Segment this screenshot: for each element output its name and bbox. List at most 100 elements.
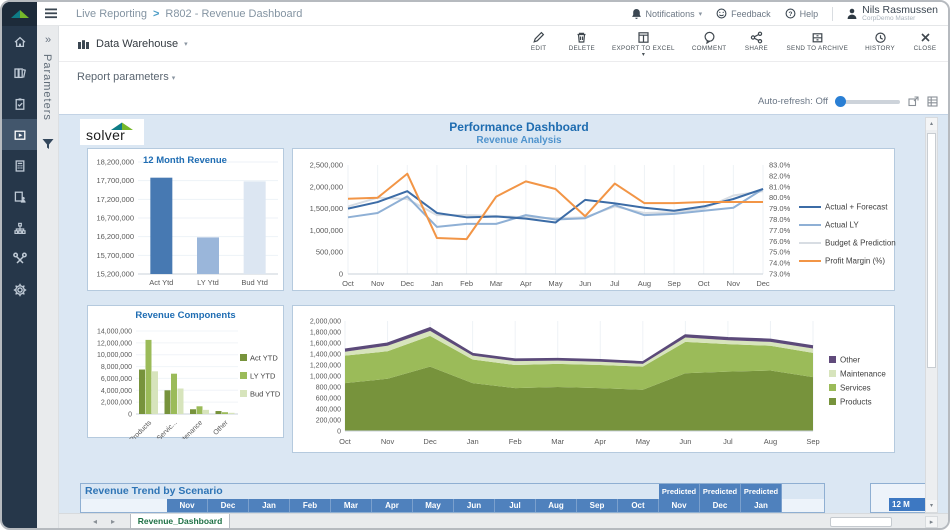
svg-text:800,000: 800,000 [316, 385, 341, 392]
svg-text:83.0%: 83.0% [769, 161, 791, 170]
slider-knob[interactable] [835, 95, 846, 107]
month-cell: Apr [372, 499, 413, 512]
export-to-excel-button[interactable]: EXPORT TO EXCEL ▾ [612, 31, 675, 58]
delete-button[interactable]: DELETE [569, 31, 595, 57]
user-menu[interactable]: Nils Rasmussen CorpDemo Master [847, 4, 938, 23]
document-user-icon [14, 191, 26, 203]
scroll-right-button[interactable]: ▸ [925, 516, 938, 528]
tools-icon [12, 252, 27, 264]
svg-text:Budget & Prediction: Budget & Prediction [825, 239, 896, 248]
grid-view-icon[interactable] [927, 96, 938, 107]
scroll-up-button[interactable]: ▴ [926, 118, 937, 130]
auto-refresh-slider[interactable] [835, 95, 900, 107]
sidebar-item-consolidation[interactable] [2, 181, 37, 212]
user-role: CorpDemo Master [862, 14, 916, 22]
svg-text:16,200,000: 16,200,000 [96, 232, 134, 241]
parameters-label[interactable]: Parameters [41, 54, 53, 121]
breadcrumb: Live Reporting > R802 - Revenue Dashboar… [76, 8, 302, 20]
svg-text:Services: Services [840, 384, 871, 393]
auto-refresh-control: Auto-refresh: Off [758, 95, 938, 107]
close-button[interactable]: CLOSE [912, 31, 938, 57]
person-icon [847, 8, 857, 19]
sheet-tab-revenue-dashboard[interactable]: Revenue_Dashboard [130, 514, 230, 528]
bell-icon [631, 8, 641, 19]
svg-text:15,700,000: 15,700,000 [96, 251, 134, 260]
sidebar-item-reporting[interactable] [2, 57, 37, 88]
svg-text:Bud YTD: Bud YTD [250, 390, 281, 399]
svg-text:Other: Other [212, 419, 230, 437]
edit-button[interactable]: EDIT [526, 31, 552, 57]
svg-text:78.0%: 78.0% [769, 215, 791, 224]
svg-text:Mar: Mar [551, 437, 564, 446]
sheet-nav-right-button[interactable]: ▸ [105, 516, 121, 528]
table-title: Revenue Trend by Scenario [85, 485, 223, 497]
svg-text:Mar: Mar [490, 279, 503, 288]
data-source-selector[interactable]: Data Warehouse ▾ [77, 38, 188, 50]
revenue-trend-table: Revenue Trend by Scenario Predicted Pred… [80, 483, 825, 513]
open-in-new-icon[interactable] [908, 96, 919, 107]
history-label: HISTORY [865, 44, 895, 52]
sidebar-item-process[interactable] [2, 212, 37, 243]
svg-text:74.0%: 74.0% [769, 259, 791, 268]
comment-button[interactable]: COMMENT [692, 31, 727, 57]
vertical-scroll-thumb[interactable] [927, 133, 936, 368]
help-button[interactable]: ? Help [785, 8, 818, 19]
sidebar-item-settings[interactable] [2, 274, 37, 305]
svg-text:500,000: 500,000 [316, 248, 343, 257]
svg-text:Nov: Nov [371, 279, 385, 288]
send-to-archive-button[interactable]: SEND TO ARCHIVE [786, 31, 848, 57]
svg-text:1,000,000: 1,000,000 [310, 374, 341, 381]
history-button[interactable]: HISTORY [865, 31, 895, 57]
month-cell: Aug [536, 499, 577, 512]
process-flow-icon [13, 222, 26, 234]
sidebar-item-report-viewer[interactable] [2, 119, 37, 150]
notifications-button[interactable]: Notifications ▾ [631, 8, 702, 20]
svg-text:Jul: Jul [723, 437, 733, 446]
svg-text:Dec: Dec [401, 279, 415, 288]
svg-text:4,000,000: 4,000,000 [101, 388, 132, 395]
share-icon [750, 31, 763, 43]
sidebar-item-budgeting[interactable] [2, 150, 37, 181]
predicted-cell: Predicted [700, 484, 741, 499]
svg-text:75.0%: 75.0% [769, 248, 791, 257]
menu-button[interactable] [45, 8, 58, 19]
comment-label: COMMENT [691, 44, 727, 52]
svg-text:Dec: Dec [423, 437, 437, 446]
dashboard-title: Performance Dashboard [449, 120, 589, 134]
month-cell: Sep [577, 499, 618, 512]
feedback-button[interactable]: Feedback [716, 8, 771, 19]
sheet-nav-left-button[interactable]: ◂ [87, 516, 103, 528]
svg-text:Act YTD: Act YTD [250, 354, 278, 363]
svg-text:0: 0 [337, 429, 341, 436]
expand-parameters-button[interactable]: » [37, 34, 59, 46]
horizontal-scroll-thumb[interactable] [830, 517, 892, 527]
svg-text:Servic...: Servic... [156, 419, 179, 439]
svg-text:Dec: Dec [756, 279, 770, 288]
pencil-icon [533, 31, 545, 43]
svg-text:1,800,000: 1,800,000 [310, 330, 341, 337]
report-parameters-toggle[interactable]: Report parameters ▾ [77, 71, 175, 83]
vertical-scrollbar[interactable]: ▴ ▾ [925, 117, 938, 513]
app-logo[interactable] [2, 2, 37, 26]
share-button[interactable]: SHARE [743, 31, 769, 57]
predicted-month-cell: Jan [741, 499, 782, 512]
clipboard-check-icon [15, 97, 24, 110]
edit-label: EDIT [530, 44, 547, 52]
revenue-bar-chart-panel: 12 Month Revenue 15,200,000 15,700,000 16,… [87, 148, 284, 291]
scroll-down-button[interactable]: ▾ [926, 500, 937, 512]
svg-text:18,200,000: 18,200,000 [96, 158, 134, 167]
header-divider [832, 6, 834, 21]
svg-text:Sep: Sep [667, 279, 680, 288]
gear-icon [13, 283, 26, 296]
month-cell: Nov [167, 499, 208, 512]
svg-text:Apr: Apr [594, 437, 606, 446]
breadcrumb-section[interactable]: Live Reporting [76, 8, 147, 20]
sidebar-item-tools[interactable] [2, 243, 37, 274]
svg-text:73.0%: 73.0% [769, 270, 791, 279]
sidebar-item-home[interactable] [2, 26, 37, 57]
sidebar-item-tasks[interactable] [2, 88, 37, 119]
svg-text:Actual + Forecast: Actual + Forecast [825, 203, 888, 212]
month-cell: Jun [454, 499, 495, 512]
revenue-trend-line-chart: Oct Nov Dec Jan Feb Mar Apr May Jun Jul Aug Sep Oct N… [310, 161, 896, 289]
filter-icon[interactable] [42, 138, 54, 150]
